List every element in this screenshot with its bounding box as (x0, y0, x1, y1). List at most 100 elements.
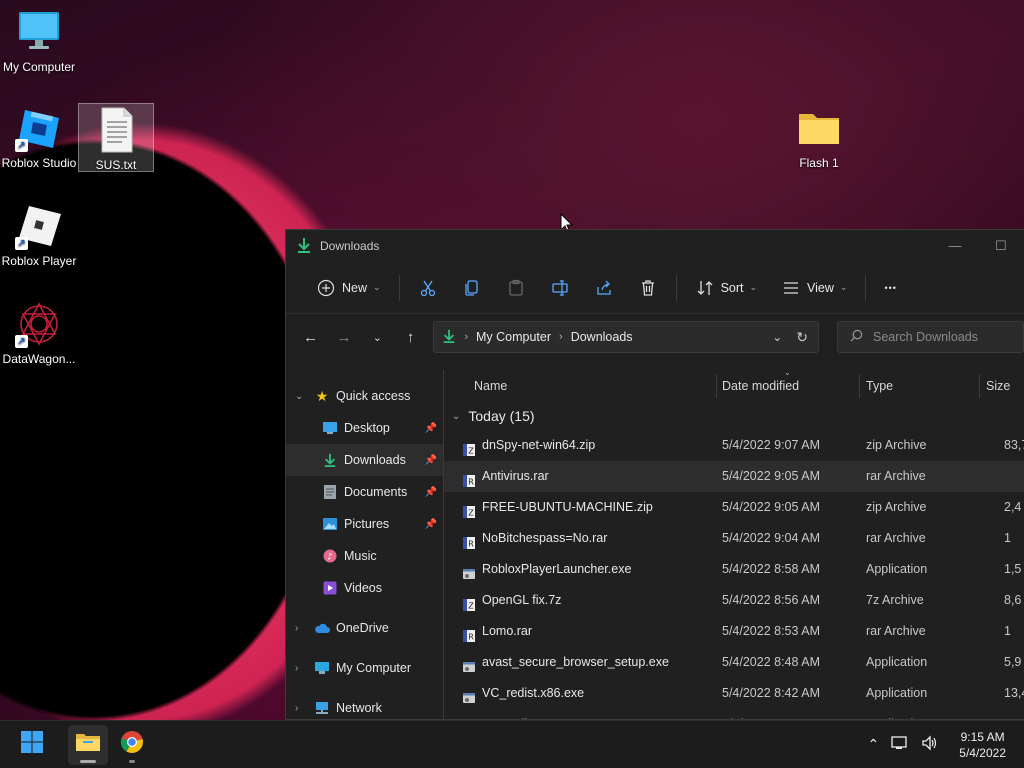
recent-locations-button[interactable]: ⌄ (363, 321, 392, 353)
file-row[interactable]: R NoBitchespass=No.rar 5/4/2022 9:04 AM rar… (444, 523, 1024, 554)
network-status-icon[interactable] (891, 735, 909, 754)
rename-button[interactable] (538, 272, 582, 304)
address-bar[interactable]: › My Computer › Downloads ⌄ ↻ (433, 321, 820, 353)
address-history-chevron-icon[interactable]: ⌄ (772, 330, 782, 344)
up-button[interactable]: ↑ (396, 321, 425, 353)
breadcrumb-my-computer[interactable]: My Computer (476, 330, 551, 344)
scissors-icon (418, 278, 438, 298)
chevron-down-icon: ⌄ (373, 282, 381, 292)
desktop-icon-my-computer[interactable]: My Computer (1, 8, 77, 74)
column-divider[interactable] (979, 374, 980, 398)
sidebar-item-videos[interactable]: Videos (286, 572, 443, 604)
delete-button[interactable] (626, 272, 670, 304)
chevron-right-icon[interactable]: › (295, 703, 298, 714)
sort-button[interactable]: Sort ⌄ (683, 272, 769, 304)
search-box[interactable] (837, 321, 1024, 353)
sidebar-item-downloads[interactable]: Downloads 📌 (286, 444, 443, 476)
system-tray: ⌃ 9:15 AM 5/4/2022 (868, 729, 1024, 761)
chevron-right-icon[interactable]: › (295, 623, 298, 634)
column-header-name[interactable]: Name (474, 370, 507, 402)
volume-icon[interactable] (921, 735, 939, 754)
file-row[interactable]: ZdnSpy-net-win64.zip 5/4/2022 9:07 AM zip … (444, 430, 1024, 461)
desktop-icon (322, 420, 338, 436)
column-divider[interactable] (716, 374, 717, 398)
desktop-icon-roblox-studio[interactable]: ↗ Roblox Studio (1, 104, 77, 170)
refresh-icon[interactable]: ↻ (796, 329, 808, 346)
arrow-left-icon: ← (303, 328, 319, 346)
sidebar-item-network[interactable]: › Network (286, 692, 443, 719)
application-file-icon (462, 655, 476, 672)
sidebar-item-onedrive[interactable]: › OneDrive (286, 612, 443, 644)
file-row[interactable]: VC_redist.x86.exe 5/4/2022 8:42 AM Applica… (444, 678, 1024, 709)
file-row[interactable]: avast_secure_browser_setup.exe 5/4/2022 8… (444, 647, 1024, 678)
archive-file-icon: Z (462, 438, 476, 456)
file-row[interactable]: R Antivirus.rar 5/4/2022 9:05 AM rar Archiv… (444, 461, 1024, 492)
application-file-icon (462, 686, 476, 703)
share-button[interactable] (582, 272, 626, 304)
group-header-today[interactable]: ⌄ Today (15) (444, 402, 1024, 430)
sidebar-item-my-computer[interactable]: › My Computer (286, 652, 443, 684)
file-row[interactable]: R Lomo.rar 5/4/2022 8:53 AM rar Archive 1 (444, 616, 1024, 647)
view-button[interactable]: View ⌄ (769, 272, 859, 304)
search-input[interactable] (873, 330, 1024, 344)
file-row[interactable]: RobloxPlayerLauncher.exe 5/4/2022 8:58 AM… (444, 554, 1024, 585)
share-icon (594, 278, 614, 298)
documents-icon (322, 484, 338, 500)
column-header-type[interactable]: Type (866, 370, 893, 402)
copy-button[interactable] (450, 272, 494, 304)
taskbar-file-explorer[interactable] (68, 724, 108, 765)
chevron-right-icon[interactable]: › (295, 663, 298, 674)
sidebar-item-desktop[interactable]: Desktop 📌 (286, 412, 443, 444)
paste-button[interactable] (494, 272, 538, 304)
minimize-button[interactable]: — (932, 238, 978, 254)
file-name: Lomo.rar (482, 624, 533, 638)
file-date: 5/4/2022 8:56 AM (722, 593, 820, 607)
window-titlebar[interactable]: Downloads — ☐ (286, 230, 1024, 262)
network-icon (314, 700, 330, 716)
show-hidden-icons-chevron-icon[interactable]: ⌃ (868, 736, 880, 753)
desktop-icon-flash-1[interactable]: Flash 1 (781, 104, 857, 170)
file-name-cell: RobloxPlayerLauncher.exe (462, 554, 631, 585)
breadcrumb-downloads[interactable]: Downloads (571, 330, 633, 344)
chevron-down-icon: ⌄ (839, 282, 848, 292)
file-row[interactable]: Z FREE-UBUNTU-MACHINE.zip 5/4/2022 9:05 AM… (444, 492, 1024, 523)
more-options-button[interactable]: ••• (872, 272, 908, 304)
back-button[interactable]: ← (296, 321, 325, 353)
view-label: View (807, 280, 834, 295)
text-file-icon (92, 106, 140, 154)
desktop-icon-datawagon[interactable]: ↗ DataWagon... (1, 300, 77, 366)
sidebar-item-pictures[interactable]: Pictures 📌 (286, 508, 443, 540)
forward-button[interactable]: → (329, 321, 358, 353)
file-date: 5/4/2022 8:58 AM (722, 562, 820, 576)
column-header-size[interactable]: Size (986, 370, 1010, 402)
file-size: 2,4 (1004, 500, 1022, 514)
maximize-button[interactable]: ☐ (978, 238, 1024, 254)
desktop-icon-sus-txt[interactable]: SUS.txt (78, 103, 154, 172)
pin-icon: 📌 (424, 486, 437, 498)
file-name-cell: ZdnSpy-net-win64.zip (462, 430, 595, 461)
navigation-pane: ⌄ ★ Quick access Desktop 📌 Downloads 📌 D… (286, 370, 444, 719)
desktop-icon-roblox-player[interactable]: ↗ Roblox Player (1, 202, 77, 268)
column-header-date-modified[interactable]: Date modified (722, 370, 799, 402)
pin-icon: 📌 (424, 518, 437, 530)
new-button[interactable]: New ⌄ (304, 272, 393, 304)
desktop-icon-label: Roblox Studio (1, 156, 77, 170)
column-divider[interactable] (859, 374, 860, 398)
chevron-down-icon[interactable]: ⌄ (295, 391, 303, 402)
file-explorer-window[interactable]: Downloads — ☐ New ⌄ Sort ⌄ View ⌄ ••• ← … (285, 229, 1024, 720)
sidebar-item-music[interactable]: ♪ Music (286, 540, 443, 572)
file-date: 5/4/2022 8:53 AM (722, 624, 820, 638)
downloads-icon (322, 452, 338, 468)
sidebar-item-quick-access[interactable]: ⌄ ★ Quick access (286, 380, 443, 412)
taskbar-chrome[interactable] (112, 725, 152, 765)
sidebar-item-documents[interactable]: Documents 📌 (286, 476, 443, 508)
cut-button[interactable] (406, 272, 450, 304)
svg-text:Z: Z (468, 508, 474, 517)
file-size: 5,9 (1004, 655, 1022, 669)
file-name-cell: Z OpenGL fix.7z (462, 585, 561, 616)
svg-text:R: R (468, 477, 474, 486)
clock[interactable]: 9:15 AM 5/4/2022 (959, 729, 1006, 761)
file-row[interactable]: Z OpenGL fix.7z 5/4/2022 8:56 AM 7z Archive… (444, 585, 1024, 616)
file-row[interactable]: VC_redist.x64.exe 5/4/2022 8:41 AM Applica… (444, 709, 1024, 719)
start-button[interactable] (12, 725, 52, 765)
